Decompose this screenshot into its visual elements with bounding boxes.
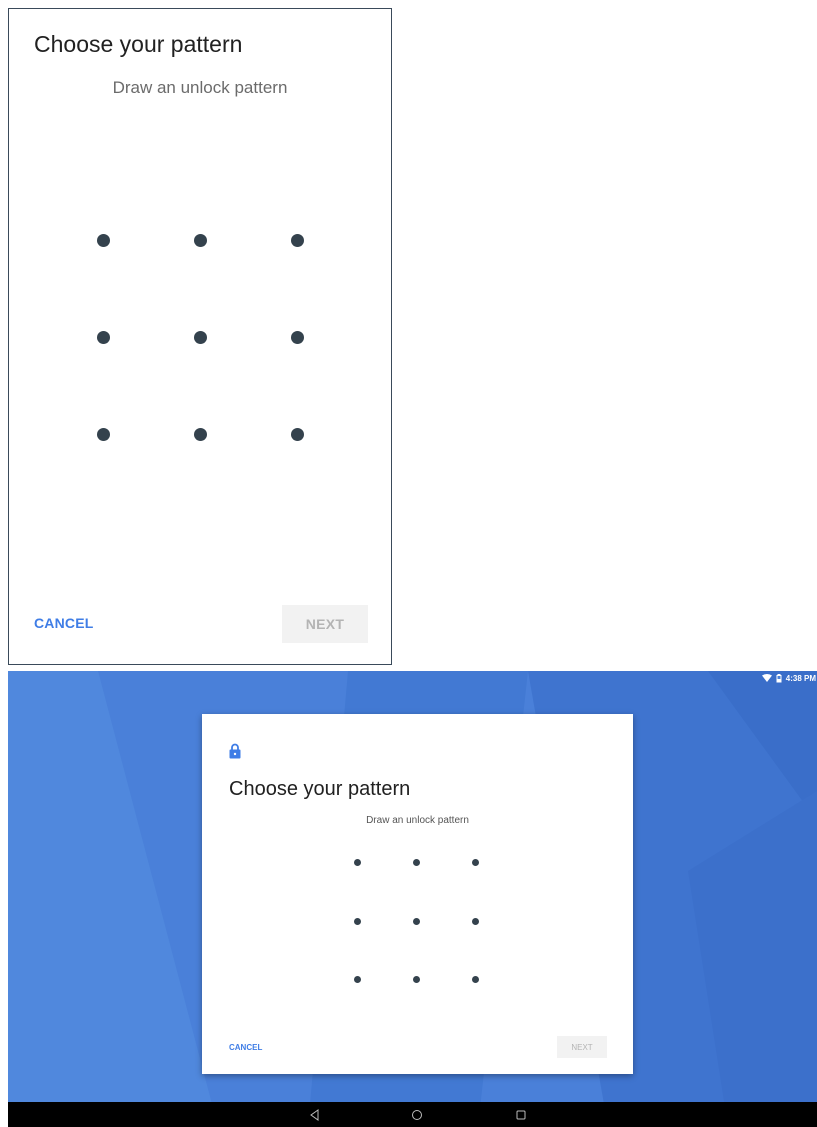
dialog-subtitle: Draw an unlock pattern [366, 815, 469, 826]
pattern-dot[interactable] [194, 234, 207, 247]
page-subtitle: Draw an unlock pattern [112, 78, 288, 97]
pattern-dot[interactable] [97, 428, 110, 441]
next-button[interactable]: NEXT [557, 1036, 607, 1058]
navigation-bar [8, 1102, 817, 1127]
pattern-dot[interactable] [291, 428, 304, 441]
pattern-dot[interactable] [354, 859, 361, 866]
pattern-dot[interactable] [413, 918, 420, 925]
page-title: Choose your pattern [34, 31, 243, 57]
pattern-dot[interactable] [413, 976, 420, 983]
pattern-dot[interactable] [472, 918, 479, 925]
pattern-dot[interactable] [291, 331, 304, 344]
pattern-dot[interactable] [354, 918, 361, 925]
battery-icon [776, 673, 782, 682]
wifi-icon [761, 674, 772, 682]
pattern-dot[interactable] [413, 859, 420, 866]
back-icon[interactable] [308, 1108, 322, 1122]
screenshot-page: Choose your pattern Draw an unlock patte… [0, 0, 817, 1127]
pattern-dot[interactable] [97, 331, 110, 344]
pattern-dot[interactable] [354, 976, 361, 983]
pattern-dot[interactable] [97, 234, 110, 247]
status-bar: 4:38 PM [761, 671, 817, 685]
cancel-button[interactable]: CANCEL [229, 1043, 262, 1052]
next-button[interactable]: NEXT [282, 605, 368, 643]
recents-icon[interactable] [514, 1108, 528, 1122]
lock-icon [229, 743, 241, 759]
pattern-dot[interactable] [291, 234, 304, 247]
pattern-dot[interactable] [472, 976, 479, 983]
pattern-dot[interactable] [194, 428, 207, 441]
phone-screen: Choose your pattern Draw an unlock patte… [8, 8, 392, 665]
tablet-screen: 4:38 PM Choose your pattern Draw an unlo… [8, 671, 817, 1127]
home-icon[interactable] [410, 1108, 424, 1122]
status-time: 4:38 PM [785, 673, 816, 683]
pattern-dot[interactable] [194, 331, 207, 344]
dialog-title: Choose your pattern [229, 778, 411, 800]
pattern-dialog: Choose your pattern Draw an unlock patte… [202, 714, 633, 1074]
cancel-button[interactable]: CANCEL [34, 615, 94, 631]
pattern-dot[interactable] [472, 859, 479, 866]
